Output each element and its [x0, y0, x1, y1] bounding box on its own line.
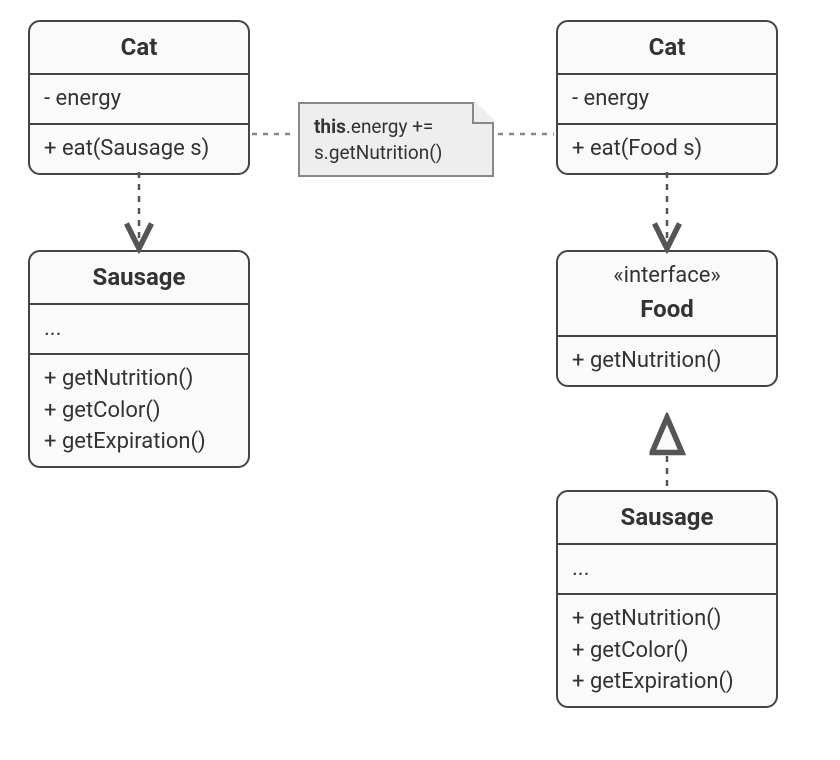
class-ops: + getNutrition() [558, 337, 776, 385]
note-line: s.getNutrition() [314, 140, 478, 166]
class-title: Cat [30, 22, 248, 75]
class-cat-left: Cat - energy + eat(Sausage s) [28, 20, 250, 175]
class-attrs: - energy [558, 75, 776, 125]
class-title: Cat [558, 22, 776, 75]
op: + getExpiration() [572, 666, 762, 698]
op: + getColor() [44, 395, 234, 427]
class-attrs: ... [558, 545, 776, 595]
class-sausage-right: Sausage ... + getNutrition() + getColor(… [556, 490, 778, 708]
class-sausage-left: Sausage ... + getNutrition() + getColor(… [28, 250, 250, 468]
stereotype: «interface» [572, 260, 762, 292]
note-this: this [314, 115, 346, 138]
note-fold-icon [472, 102, 494, 124]
uml-note: this.energy += s.getNutrition() [298, 102, 494, 177]
class-ops: + eat(Food s) [558, 125, 776, 173]
class-ops: + eat(Sausage s) [30, 125, 248, 173]
class-title: Food [572, 292, 762, 327]
op: + getNutrition() [44, 363, 234, 395]
class-attrs: ... [30, 305, 248, 355]
class-title: Sausage [30, 252, 248, 305]
class-ops: + getNutrition() + getColor() + getExpir… [558, 595, 776, 707]
op: + getColor() [572, 635, 762, 667]
class-cat-right: Cat - energy + eat(Food s) [556, 20, 778, 175]
interface-food: «interface» Food + getNutrition() [556, 250, 778, 387]
class-ops: + getNutrition() + getColor() + getExpir… [30, 355, 248, 467]
note-line: this.energy += [314, 114, 478, 140]
op: + getExpiration() [44, 426, 234, 458]
op: + getNutrition() [572, 603, 762, 635]
note-rest: .energy += [346, 115, 434, 138]
class-title: Sausage [558, 492, 776, 545]
class-header: «interface» Food [558, 252, 776, 337]
class-attrs: - energy [30, 75, 248, 125]
